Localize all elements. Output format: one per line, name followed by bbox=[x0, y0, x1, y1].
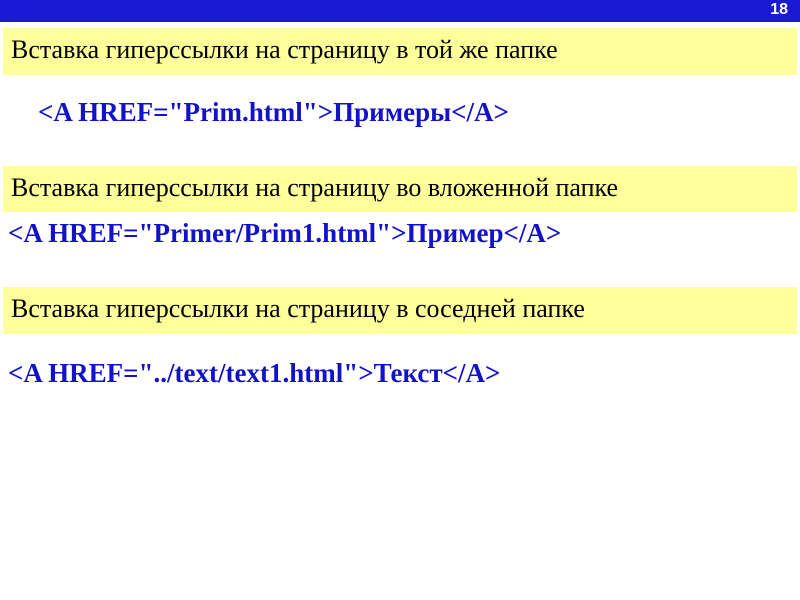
code-example-1: <A HREF="Prim.html">Примеры</A> bbox=[0, 75, 800, 128]
page-number: 18 bbox=[770, 1, 788, 19]
section-heading-3: Вставка гиперссылки на страницу в соседн… bbox=[3, 287, 797, 334]
section-heading-2: Вставка гиперссылки на страницу во вложе… bbox=[3, 166, 797, 213]
code-example-3: <A HREF="../text/text1.html">Текст</A> bbox=[0, 334, 800, 389]
slide-content: Вставка гиперссылки на страницу в той же… bbox=[0, 22, 800, 389]
code-example-2: <A HREF="Primer/Prim1.html">Пример</A> bbox=[0, 212, 800, 249]
slide-topbar: 18 bbox=[0, 0, 800, 22]
section-heading-1: Вставка гиперссылки на страницу в той же… bbox=[3, 28, 797, 75]
